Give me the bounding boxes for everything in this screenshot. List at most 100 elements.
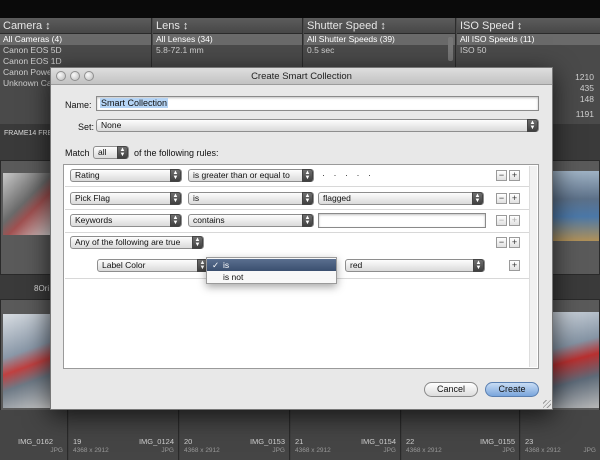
photo-thumbnail[interactable] (547, 171, 599, 241)
column-header-shutter-speed[interactable]: Shutter Speed ↕ (304, 18, 455, 34)
popup-arrows-icon: ▲ ▼ (527, 119, 538, 132)
filter-count: 1210 (575, 72, 594, 82)
rule-field-value: Pick Flag (75, 193, 110, 203)
rule-operator-value: is greater than or equal to (193, 170, 290, 180)
name-field-value: Smart Collection (100, 98, 169, 108)
rule-field-value: Label Color (102, 260, 146, 270)
rule-operator-value: is (193, 193, 200, 203)
set-popup[interactable]: None ▲ ▼ (96, 119, 539, 132)
rule-field-popup[interactable]: Keywords ▲ ▼ (70, 214, 182, 227)
thumbnail-cell[interactable]: 22 IMG_0155 4368 x 2912 JPG (402, 410, 520, 460)
resize-grip-icon[interactable] (543, 400, 551, 408)
add-rule-button[interactable]: + (509, 260, 520, 271)
match-label: Match (65, 148, 90, 158)
filter-row[interactable]: All ISO Speeds (11) (457, 34, 600, 45)
filter-row[interactable]: All Lenses (34) (153, 34, 302, 45)
frame-number: 22 (406, 437, 415, 446)
popup-arrows-icon: ▲ ▼ (472, 192, 483, 205)
frame-number: 19 (73, 437, 82, 446)
rule-value-popup[interactable]: flagged ▲ ▼ (318, 192, 484, 205)
rule-field-value: Rating (75, 170, 100, 180)
file-dimensions: 4368 x 2912 (406, 447, 442, 454)
filter-row[interactable]: 5.8-72.1 mm (153, 45, 302, 56)
rule-field-popup[interactable]: Rating ▲ ▼ (70, 169, 182, 182)
dialog-titlebar[interactable]: Create Smart Collection (51, 68, 552, 85)
filmstrip-row: IMG_0162 JPG 19 IMG_0124 4368 x 2912 JPG… (0, 410, 600, 460)
filter-count: 1191 (575, 109, 594, 119)
file-name: IMG_0124 (138, 437, 174, 446)
file-name: IMG_0162 (18, 437, 54, 446)
thumbnail-cell[interactable]: 19 IMG_0124 4368 x 2912 JPG (69, 410, 179, 460)
rule-group-value: Any of the following are true (75, 237, 181, 247)
filter-count: 435 (579, 83, 594, 93)
rule-operator-popup[interactable]: contains ▲ ▼ (188, 214, 314, 227)
filter-row[interactable]: Canon EOS 5D (0, 45, 151, 56)
file-name: IMG_0155 (479, 437, 515, 446)
rule-value-popup[interactable]: red ▲ ▼ (345, 259, 485, 272)
add-rule-button[interactable]: + (509, 193, 520, 204)
file-type: JPG (161, 447, 174, 454)
file-type: JPG (383, 447, 396, 454)
rule-operator-popup[interactable]: is greater than or equal to ▲ ▼ (188, 169, 314, 182)
remove-rule-button[interactable]: − (496, 215, 507, 226)
remove-rule-button[interactable]: − (496, 237, 507, 248)
photo-thumbnail[interactable] (3, 173, 53, 235)
menu-item-is-not[interactable]: is not (207, 271, 336, 283)
rating-stars-control[interactable]: · · · · · (322, 170, 374, 180)
rule-operator-popup[interactable]: is ▲ ▼ (188, 192, 314, 205)
file-dimensions: 4368 x 2912 (73, 447, 109, 454)
add-rule-button[interactable]: + (509, 170, 520, 181)
thumbnail-cell[interactable]: 23 4368 x 2912 JPG (521, 410, 600, 460)
rule-group-popup[interactable]: Any of the following are true ▲ ▼ (70, 236, 204, 249)
rules-scrollbar[interactable] (529, 166, 537, 367)
cancel-button[interactable]: Cancel (424, 382, 478, 397)
remove-rule-button[interactable]: − (496, 170, 507, 181)
popup-arrows-icon: ▲ ▼ (170, 169, 181, 182)
file-name: IMG_0153 (249, 437, 285, 446)
file-dimensions: 4368 x 2912 (525, 447, 561, 454)
thumbnail-cell[interactable]: 21 IMG_0154 4368 x 2912 JPG (291, 410, 401, 460)
remove-rule-button[interactable]: − (496, 193, 507, 204)
column-header-lens[interactable]: Lens ↕ (153, 18, 302, 34)
rule-field-popup[interactable]: Pick Flag ▲ ▼ (70, 192, 182, 205)
add-rule-button[interactable]: + (509, 237, 520, 248)
popup-arrows-icon: ▲ ▼ (117, 146, 128, 159)
popup-arrows-icon: ▲ ▼ (302, 214, 313, 227)
filter-row[interactable]: Canon EOS 1D (0, 56, 151, 67)
rule-divider (65, 232, 537, 233)
filter-count: 148 (579, 94, 594, 104)
thumbnail-cell[interactable]: 20 IMG_0153 4368 x 2912 JPG (180, 410, 290, 460)
column-header-iso-speed[interactable]: ISO Speed ↕ (457, 18, 600, 34)
frame-number: 21 (295, 437, 304, 446)
photo-thumbnail[interactable] (3, 314, 51, 408)
rule-operator-value: contains (193, 215, 225, 225)
add-rule-button[interactable]: + (509, 215, 520, 226)
rule-value-text: red (350, 260, 363, 270)
filter-row[interactable]: ISO 50 (457, 45, 600, 56)
photo-thumbnail[interactable] (547, 312, 599, 408)
filter-row[interactable]: All Shutter Speeds (39) (304, 34, 455, 45)
name-field[interactable]: Smart Collection (96, 96, 539, 111)
thumbnail-cell[interactable]: IMG_0162 JPG (0, 410, 68, 460)
filter-row[interactable]: All Cameras (4) (0, 34, 151, 45)
filter-row[interactable]: 0.5 sec (304, 45, 455, 56)
file-type: JPG (502, 447, 515, 454)
file-type: JPG (272, 447, 285, 454)
popup-arrows-icon: ▲ ▼ (473, 259, 484, 272)
set-popup-value: None (101, 120, 122, 130)
column-scrollbar[interactable] (448, 37, 453, 61)
thumbnail-cell[interactable] (0, 160, 57, 275)
popup-arrows-icon: ▲ ▼ (302, 169, 313, 182)
rule-value-text: flagged (323, 193, 351, 203)
keywords-input[interactable] (318, 213, 486, 228)
file-dimensions: 4368 x 2912 (295, 447, 331, 454)
menu-item-is[interactable]: ✓ is (207, 259, 336, 271)
match-suffix-label: of the following rules: (134, 148, 219, 158)
thumbnail-cell[interactable] (0, 299, 57, 419)
popup-arrows-icon: ▲ ▼ (170, 214, 181, 227)
column-header-camera[interactable]: Camera ↕ (0, 18, 151, 34)
rule-field-value: Keywords (75, 215, 113, 225)
match-popup[interactable]: all ▲ ▼ (93, 146, 129, 159)
rule-field-popup[interactable]: Label Color ▲ ▼ (97, 259, 209, 272)
create-button[interactable]: Create (485, 382, 539, 397)
